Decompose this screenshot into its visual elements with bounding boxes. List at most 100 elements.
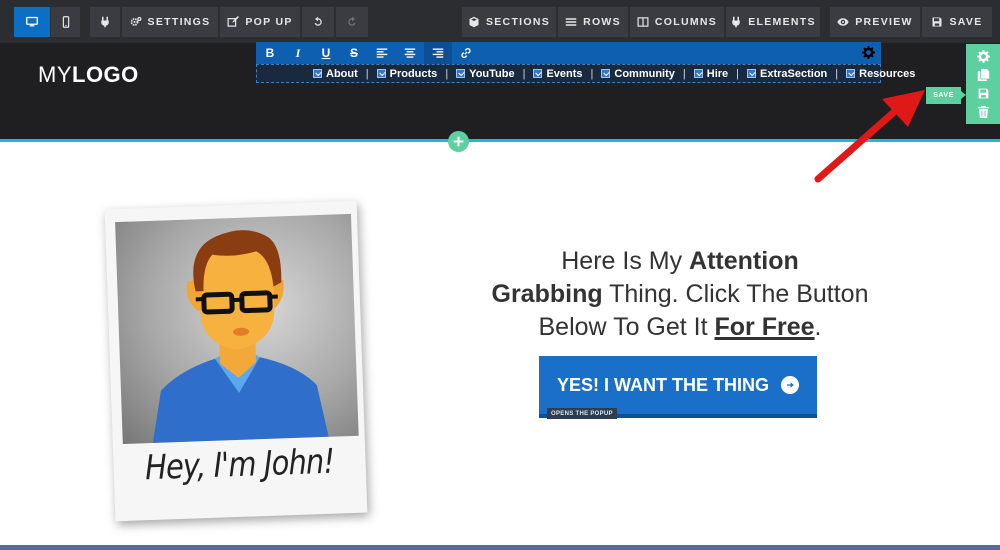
rows-button[interactable]: ROWS [558,7,628,37]
checkbox-icon[interactable] [456,69,466,78]
plus-icon [453,136,464,147]
bold-button[interactable]: B [256,42,284,64]
desktop-icon [26,16,38,27]
columns-label: COLUMNS [654,16,718,28]
mobile-icon [62,16,69,28]
cta-action-tag: OPENS THE POPUP [547,408,617,419]
integrations-button[interactable] [90,7,120,37]
cta-label: YES! I WANT THE THING [556,374,769,395]
popup-button[interactable]: POP UP [220,7,300,37]
arrow-circle-right-icon [781,376,799,394]
desktop-view-button[interactable] [14,7,50,37]
align-right-icon [432,48,444,58]
add-row-button[interactable] [448,131,469,152]
site-logo[interactable]: MYLOGO [38,62,139,88]
polaroid-caption: Hey, I'm John! [144,441,335,489]
nav-item-extrasection[interactable]: ExtraSection [747,68,827,80]
nav-item-label: Products [389,67,438,80]
nav-separator: | [365,67,369,80]
sections-button[interactable]: SECTIONS [462,7,556,37]
checkbox-icon[interactable] [533,69,543,78]
nav-separator: | [590,67,594,80]
redo-icon [348,16,356,26]
link-button[interactable] [452,42,480,64]
mobile-view-button[interactable] [51,7,80,37]
nav-item-label: Events [546,67,583,80]
checkbox-icon[interactable] [313,69,322,78]
headline-part: Here Is My [561,247,690,275]
settings-button[interactable]: SETTINGS [122,7,218,37]
popup-label: POP UP [245,16,293,28]
row-controls [966,44,1000,124]
preview-button[interactable]: PREVIEW [830,7,920,37]
checkbox-icon[interactable] [846,69,856,78]
nav-item-community[interactable]: Community [601,68,675,80]
checkbox-icon[interactable] [601,69,611,78]
save-label: SAVE [949,16,983,28]
elements-button[interactable]: ELEMENTS [726,7,820,37]
cogs-icon [130,16,142,26]
settings-label: SETTINGS [147,16,211,28]
checkbox-icon[interactable] [693,69,703,78]
italic-button[interactable]: I [284,42,312,64]
nav-item-products[interactable]: Products [376,67,438,80]
align-center-icon [404,48,416,58]
cube-icon [469,16,479,28]
align-center-button[interactable] [396,42,424,64]
headline-part: Below To Get It [538,313,715,341]
redo-button[interactable] [336,7,368,37]
nav-item-youtube[interactable]: YouTube [456,68,515,80]
align-left-icon [376,48,388,58]
bottom-border [0,545,1000,550]
nav-item-label: ExtraSection [760,67,828,80]
nav-separator: | [835,67,839,80]
checkbox-icon[interactable] [376,69,386,78]
elements-label: ELEMENTS [748,16,816,28]
nav-item-label: Hire [706,67,729,80]
page-builder: SETTINGS POP UP SECTIONS ROWS COLUMNS EL… [0,0,1000,550]
underline-button[interactable]: U [312,42,340,64]
gear-icon[interactable] [862,46,875,59]
nav-item-label: Community [614,67,675,80]
align-left-button[interactable] [368,42,396,64]
text-editor: B I U S About | Products | YouTube | Eve… [256,42,915,83]
headline-part: . [814,313,822,341]
gear-icon[interactable] [976,49,990,63]
plug-icon [101,16,109,28]
align-right-button[interactable] [424,42,452,64]
bars-icon [565,18,577,26]
preview-label: PREVIEW [855,16,913,28]
link-icon [461,48,471,58]
nav-separator: | [682,67,686,80]
profile-photo [115,213,359,445]
nav-item-resources[interactable]: Resources [846,68,915,80]
headline-bold-part: Attention [689,247,799,275]
plug-icon [732,16,740,28]
columns-icon [637,17,649,27]
checkbox-icon[interactable] [747,69,757,78]
nav-item-hire[interactable]: Hire [693,67,729,80]
logo-light-text: MY [38,62,72,87]
save-button[interactable]: SAVE [922,7,992,37]
edit-popup-icon [227,16,240,27]
text-format-bar: B I U S [256,42,881,64]
copy-icon[interactable] [977,68,990,82]
nav-separator: | [445,67,449,80]
rows-label: ROWS [583,16,621,28]
nav-separator: | [736,67,740,80]
floppy-icon[interactable] [977,87,990,100]
strikethrough-button[interactable]: S [340,42,368,64]
floppy-icon [932,17,942,27]
undo-icon [314,16,322,26]
nav-menu-editor: About | Products | YouTube | Events | Co… [256,64,915,83]
trash-icon[interactable] [977,105,990,119]
headline-text[interactable]: Here Is My Attention Grabbing Thing. Cli… [470,245,890,344]
person-illustration-icon [152,230,329,443]
nav-item-label: About [326,67,358,80]
nav-item-about[interactable]: About [313,68,358,80]
undo-button[interactable] [302,7,334,37]
annotation-arrow-icon [814,90,925,183]
polaroid-image[interactable]: Hey, I'm John! [104,200,368,522]
nav-item-events[interactable]: Events [533,67,583,80]
columns-button[interactable]: COLUMNS [630,7,724,37]
